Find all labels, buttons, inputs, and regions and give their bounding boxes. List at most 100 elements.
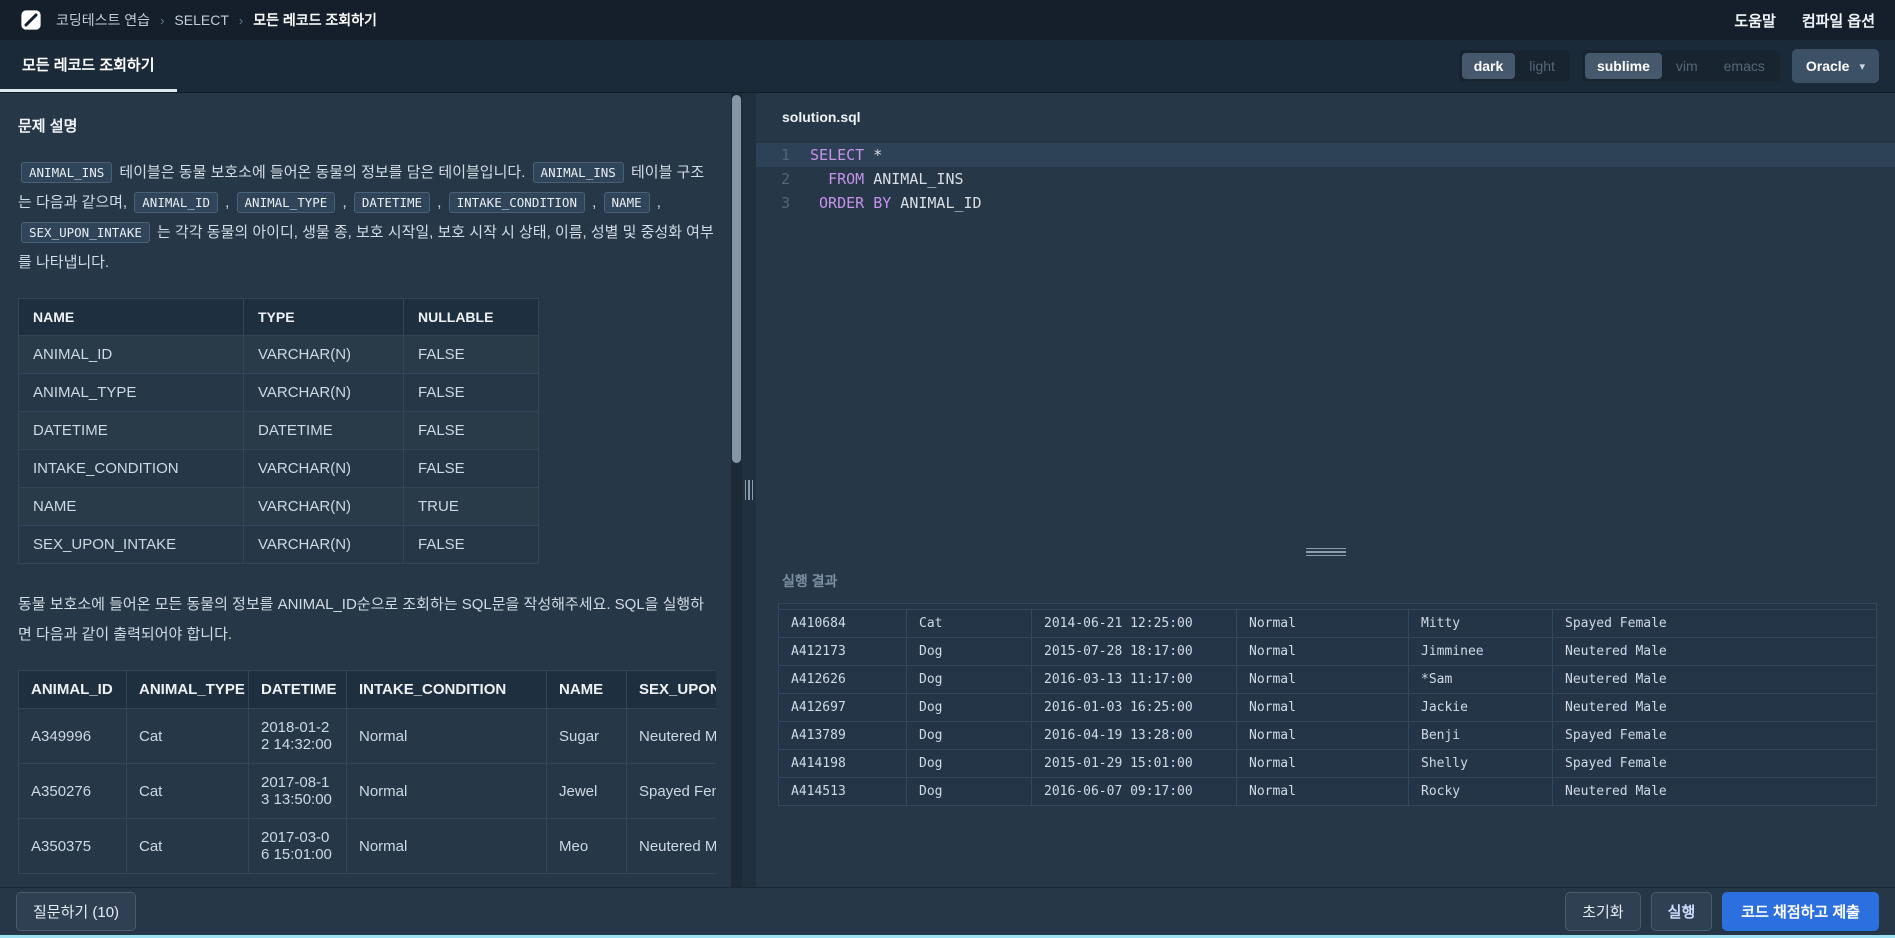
table-row: NAME VARCHAR(N) TRUE <box>18 487 539 526</box>
code-line: 3 ORDER BY ANIMAL_ID <box>756 191 1895 215</box>
drag-handle-icon <box>744 480 754 500</box>
table-cell: Dog <box>906 637 1032 666</box>
breadcrumb-item[interactable]: 코딩테스트 연습 <box>56 10 150 30</box>
table-cell: Normal <box>1236 693 1409 722</box>
problem-task: 동물 보호소에 들어온 모든 동물의 정보를 ANIMAL_ID순으로 조회하는… <box>18 596 705 643</box>
inline-code-chip: NAME <box>603 192 650 213</box>
results-table: A410684 Cat 2014-06-21 12:25:00 Normal Mitty… <box>778 609 1877 806</box>
text-run: , <box>433 194 446 211</box>
schema-table: NAME TYPE NULLABLE ANIMAL_ID VARCHAR(N) FALS… <box>18 298 539 564</box>
table-row: A412626 Dog 2016-03-13 11:17:00 Normal *Sam N… <box>778 665 1877 694</box>
column-header: SEX_UPON_INTAKE <box>626 670 716 709</box>
table-row: ANIMAL_ID VARCHAR(N) FALSE <box>18 335 539 374</box>
table-cell: TRUE <box>403 487 539 526</box>
results-scroll-region[interactable]: A410684 Cat 2014-06-21 12:25:00 Normal Mitty… <box>778 603 1877 887</box>
footer-actions: 초기화 실행 코드 채점하고 제출 <box>1565 892 1879 931</box>
problem-scroll-region: 문제 설명 ANIMAL_INS 테이블은 동물 보호소에 들어온 동물의 정보… <box>0 93 742 887</box>
table-cell: FALSE <box>403 411 539 450</box>
table-cell: 2016-01-03 16:25:00 <box>1031 693 1237 722</box>
table-row: A412173 Dog 2015-07-28 18:17:00 Normal Jimmi… <box>778 637 1877 666</box>
table-cell: Normal <box>1236 749 1409 778</box>
code-text: FROM ANIMAL_INS <box>810 167 963 191</box>
table-cell: VARCHAR(N) <box>243 335 404 374</box>
toggle-vim[interactable]: vim <box>1664 53 1710 79</box>
table-cell: Shelly <box>1408 749 1553 778</box>
tab-problem[interactable]: 모든 레코드 조회하기 <box>0 40 177 92</box>
run-button[interactable]: 실행 <box>1650 892 1713 931</box>
results-pane: 실행 결과 A410684 Cat 2014-06-21 12:25:00 Norma… <box>756 559 1895 887</box>
table-cell: Cat <box>906 609 1032 638</box>
column-header: DATETIME <box>248 670 347 709</box>
table-row: A414513 Dog 2016-06-07 09:17:00 Normal Rocky… <box>778 777 1877 806</box>
table-cell: A412697 <box>778 693 907 722</box>
table-cell: Sugar <box>546 708 627 764</box>
table-row: A410684 Cat 2014-06-21 12:25:00 Normal Mitty… <box>778 609 1877 638</box>
table-cell: NAME <box>18 487 244 526</box>
panel-resizer[interactable] <box>742 93 756 887</box>
compile-options-link[interactable]: 컴파일 옵션 <box>1802 10 1875 31</box>
help-link[interactable]: 도움말 <box>1734 10 1775 31</box>
ask-question-button[interactable]: 질문하기 (10) <box>16 892 137 931</box>
text-run: , <box>652 194 661 211</box>
example-header-row: ANIMAL_ID ANIMAL_TYPE DATETIME INTAKE_CONDI… <box>18 670 716 709</box>
code-token: FROM <box>828 170 865 188</box>
table-cell: A412173 <box>778 637 907 666</box>
language-select[interactable]: Oracle ▾ <box>1791 49 1879 83</box>
reset-button[interactable]: 초기화 <box>1565 892 1641 931</box>
table-cell: FALSE <box>403 335 539 374</box>
schema-header-row: NAME TYPE NULLABLE <box>18 298 539 336</box>
table-cell: ANIMAL_TYPE <box>18 373 244 412</box>
topbar-right: 도움말 컴파일 옵션 <box>1734 10 1875 31</box>
table-cell: Dog <box>906 777 1032 806</box>
table-cell: Neutered Male <box>626 708 716 764</box>
breadcrumb-item[interactable]: SELECT <box>174 12 228 28</box>
problem-intro: ANIMAL_INS 테이블은 동물 보호소에 들어온 동물의 정보를 담은 테… <box>18 158 716 278</box>
table-cell: Dog <box>906 721 1032 750</box>
toggle-emacs[interactable]: emacs <box>1712 53 1777 79</box>
table-row: INTAKE_CONDITION VARCHAR(N) FALSE <box>18 449 539 488</box>
example-table-clip: ANIMAL_ID ANIMAL_TYPE DATETIME INTAKE_CONDI… <box>18 670 716 874</box>
programmers-logo-icon[interactable] <box>20 9 42 31</box>
table-cell: Meo <box>546 818 627 874</box>
scrollbar-thumb[interactable] <box>732 95 741 463</box>
table-cell: Cat <box>126 818 249 874</box>
results-title: 실행 결과 <box>782 573 838 589</box>
code-text: SELECT * <box>810 143 882 167</box>
chevron-down-icon: ▾ <box>1859 60 1865 73</box>
table-cell: 2017-08-13 13:50:00 <box>248 763 347 819</box>
table-cell: Dog <box>906 749 1032 778</box>
table-cell: INTAKE_CONDITION <box>18 449 244 488</box>
table-row: A349996 Cat 2018-01-22 14:32:00 Normal Sugar… <box>18 708 716 764</box>
table-cell: Jewel <box>546 763 627 819</box>
table-cell: VARCHAR(N) <box>243 487 404 526</box>
table-cell: A349996 <box>18 708 127 764</box>
table-cell: A410684 <box>778 609 907 638</box>
inline-code-chip: ANIMAL_INS <box>21 162 113 183</box>
code-text: ORDER BY ANIMAL_ID <box>810 191 982 215</box>
submit-button[interactable]: 코드 채점하고 제출 <box>1722 892 1879 931</box>
code-editor[interactable]: 1 SELECT * 2 FROM ANIMAL_INS 3 ORDER BY ANI… <box>756 143 1895 545</box>
editor-results-panel: solution.sql 1 SELECT * 2 FROM ANIMAL_INS 3… <box>756 93 1895 887</box>
table-cell: 2016-04-19 13:28:00 <box>1031 721 1237 750</box>
editor-filename: solution.sql <box>782 109 861 125</box>
column-header: ANIMAL_ID <box>18 670 127 709</box>
toggle-light[interactable]: light <box>1517 53 1567 79</box>
line-number: 2 <box>780 170 790 188</box>
table-cell: A413789 <box>778 721 907 750</box>
table-cell: VARCHAR(N) <box>243 373 404 412</box>
table-cell: Normal <box>346 818 547 874</box>
table-cell: DATETIME <box>18 411 244 450</box>
table-cell: Normal <box>1236 777 1409 806</box>
table-cell: Normal <box>1236 637 1409 666</box>
table-cell: Spayed Female <box>1552 721 1877 750</box>
problem-scrollbar[interactable] <box>731 93 742 887</box>
table-cell: VARCHAR(N) <box>243 449 404 488</box>
line-number: 1 <box>780 146 790 164</box>
inline-code-chip: ANIMAL_INS <box>532 162 624 183</box>
toggle-dark[interactable]: dark <box>1461 53 1516 79</box>
column-header: INTAKE_CONDITION <box>346 670 547 709</box>
table-cell: SEX_UPON_INTAKE <box>18 525 244 564</box>
tab-bar: 모든 레코드 조회하기 dark light sublime vim emacs Or… <box>0 40 1895 93</box>
toggle-sublime[interactable]: sublime <box>1584 53 1662 79</box>
editor-results-resizer[interactable] <box>756 545 1895 559</box>
